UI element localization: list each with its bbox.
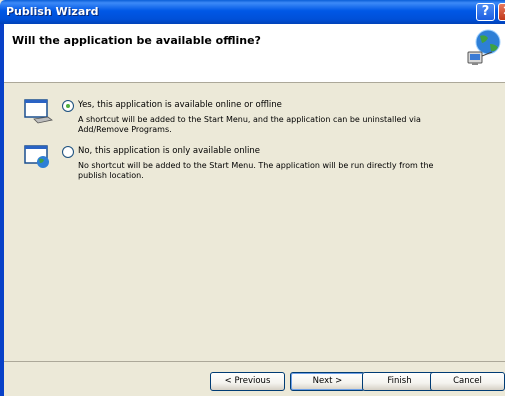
computer-online-icon bbox=[24, 145, 49, 168]
window-title: Publish Wizard bbox=[6, 5, 99, 18]
option-online-only-description: No shortcut will be added to the Start M… bbox=[78, 161, 434, 180]
cancel-button[interactable]: Cancel bbox=[430, 372, 505, 391]
footer-divider bbox=[4, 361, 505, 362]
help-button[interactable]: ? bbox=[476, 3, 495, 21]
close-button[interactable]: ✕ bbox=[498, 3, 505, 21]
publish-wizard-window: Publish Wizard ? ✕ Will the application … bbox=[0, 0, 505, 396]
radio-online-only[interactable] bbox=[62, 146, 74, 158]
finish-button[interactable]: Finish bbox=[362, 372, 437, 391]
option-online-offline-label: Yes, this application is available onlin… bbox=[78, 100, 282, 110]
option-online-offline-description: A shortcut will be added to the Start Me… bbox=[78, 115, 421, 134]
option-online-only-label: No, this application is only available o… bbox=[78, 146, 260, 156]
title-bar[interactable]: Publish Wizard ? ✕ bbox=[0, 0, 505, 24]
globe-network-icon bbox=[467, 29, 501, 65]
wizard-header: Will the application be available offlin… bbox=[4, 24, 505, 83]
computer-offline-icon bbox=[24, 99, 53, 124]
radio-online-offline[interactable] bbox=[62, 100, 74, 112]
page-title: Will the application be available offlin… bbox=[12, 34, 261, 47]
next-button[interactable]: Next > bbox=[290, 372, 365, 391]
previous-button[interactable]: < Previous bbox=[210, 372, 285, 391]
wizard-body: Yes, this application is available onlin… bbox=[4, 83, 505, 361]
